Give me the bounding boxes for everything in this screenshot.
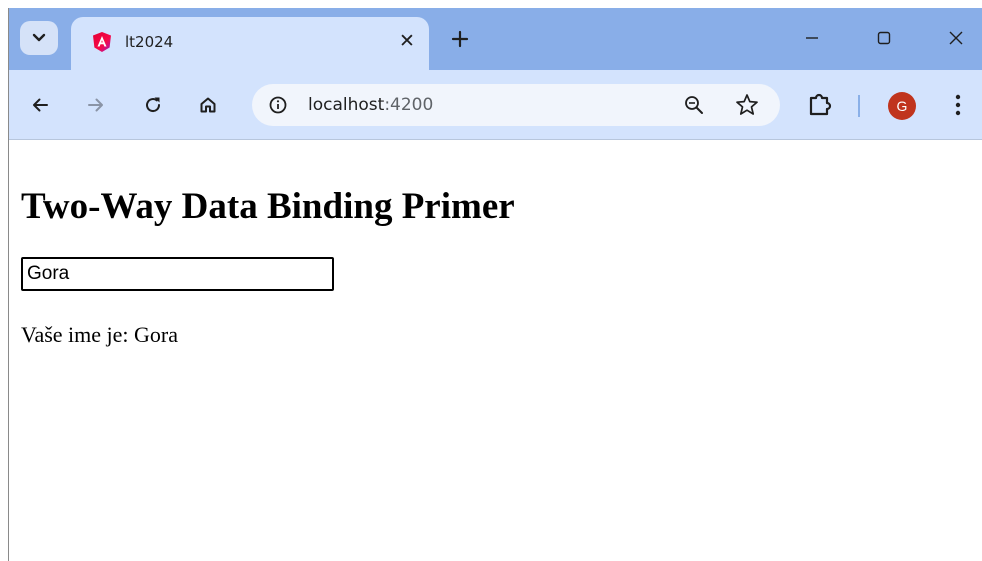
name-input[interactable]	[21, 257, 334, 291]
browser-window: lt2024 ✕ localhost:4200 G Two-Way Data B…	[8, 8, 982, 561]
extensions-puzzle-icon[interactable]	[804, 89, 836, 121]
browser-toolbar: localhost:4200 G	[9, 70, 982, 140]
zoom-icon[interactable]	[682, 93, 706, 117]
toolbar-divider	[858, 95, 860, 117]
greeting-name: Gora	[134, 322, 179, 347]
minimize-icon	[806, 37, 818, 39]
tab-active[interactable]: lt2024 ✕	[71, 17, 429, 70]
reload-button[interactable]	[136, 88, 170, 122]
tab-strip: lt2024 ✕	[9, 8, 982, 70]
plus-icon	[451, 30, 469, 48]
browser-menu-button[interactable]	[943, 88, 973, 122]
maximize-button[interactable]	[861, 20, 907, 56]
page-title: Two-Way Data Binding Primer	[21, 186, 515, 227]
forward-arrow-icon	[88, 98, 103, 112]
greeting-prefix: Vaše ime je:	[21, 322, 135, 347]
bookmark-star-icon[interactable]	[734, 92, 760, 118]
back-arrow-icon	[33, 98, 48, 112]
minimize-button[interactable]	[789, 20, 835, 56]
info-icon	[269, 96, 287, 114]
angular-logo-icon	[93, 32, 111, 52]
page-content: Two-Way Data Binding Primer Vaše ime je:…	[9, 141, 982, 561]
window-close-button[interactable]	[933, 20, 979, 56]
home-button[interactable]	[191, 88, 225, 122]
tab-close-button[interactable]: ✕	[395, 29, 419, 53]
url-port: :4200	[384, 95, 434, 115]
address-bar[interactable]: localhost:4200	[252, 84, 780, 126]
chevron-down-icon	[32, 33, 46, 42]
greeting-text: Vaše ime je: Gora	[21, 322, 178, 348]
profile-avatar[interactable]: G	[888, 92, 916, 120]
forward-button[interactable]	[79, 88, 113, 122]
url-host: localhost	[308, 95, 385, 115]
maximize-icon	[877, 31, 891, 45]
url-text[interactable]: localhost:4200	[308, 95, 433, 115]
home-icon	[200, 97, 216, 113]
reload-icon	[146, 97, 161, 113]
close-icon	[949, 31, 963, 45]
new-tab-button[interactable]	[445, 24, 475, 54]
tab-title: lt2024	[125, 33, 174, 51]
site-info-button[interactable]	[264, 91, 292, 119]
desktop-background-strip	[0, 0, 982, 8]
tab-search-button[interactable]	[20, 21, 58, 55]
more-vertical-icon	[955, 94, 961, 116]
back-button[interactable]	[23, 88, 57, 122]
close-icon: ✕	[399, 30, 415, 52]
